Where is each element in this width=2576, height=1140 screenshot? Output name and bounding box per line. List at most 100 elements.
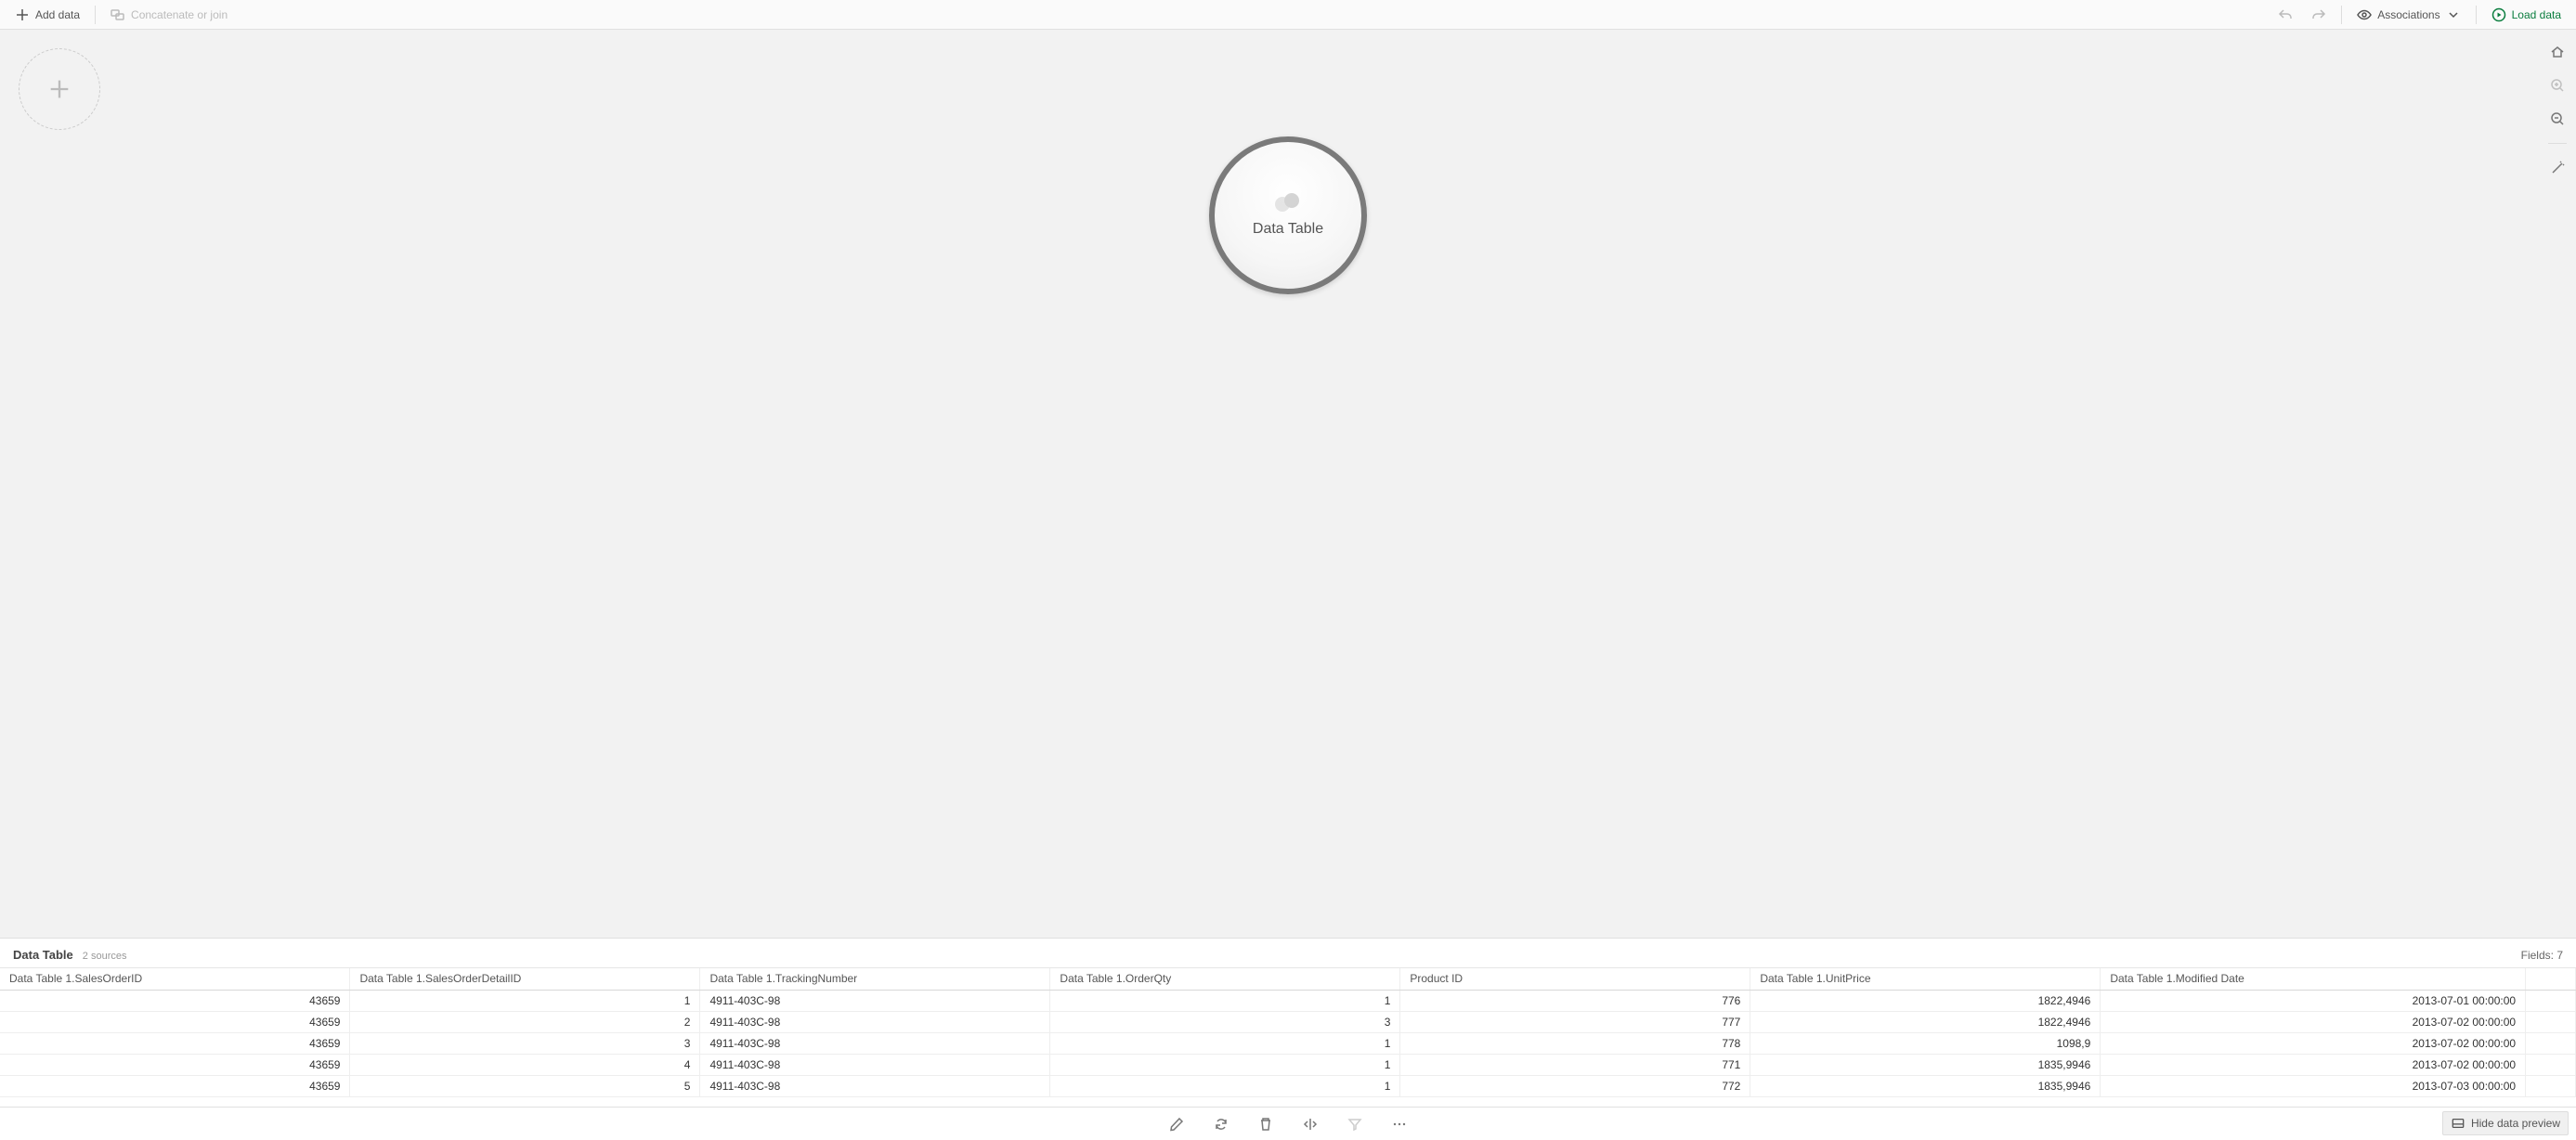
zoom-in-button[interactable] bbox=[2544, 72, 2570, 98]
table-cell: 1 bbox=[1050, 1054, 1400, 1075]
split-button[interactable] bbox=[1297, 1111, 1323, 1137]
table-cell-filler bbox=[2526, 1011, 2576, 1032]
table-body: 4365914911-403C-9817761822,49462013-07-0… bbox=[0, 990, 2576, 1096]
zoom-in-icon bbox=[2550, 78, 2565, 93]
table-cell: 1 bbox=[350, 990, 700, 1011]
table-cell: 771 bbox=[1400, 1054, 1750, 1075]
column-header[interactable]: Data Table 1.Modified Date bbox=[2101, 968, 2526, 990]
table-cell: 2013-07-02 00:00:00 bbox=[2101, 1054, 2526, 1075]
sources-icon bbox=[1275, 193, 1301, 212]
associations-label: Associations bbox=[2377, 8, 2439, 21]
table-cell: 4911-403C-98 bbox=[700, 1011, 1050, 1032]
more-button[interactable] bbox=[1386, 1111, 1412, 1137]
column-header[interactable]: Product ID bbox=[1400, 968, 1750, 990]
preview-fields: Fields: 7 bbox=[2521, 949, 2563, 962]
zoom-out-button[interactable] bbox=[2544, 106, 2570, 132]
refresh-button[interactable] bbox=[1208, 1111, 1234, 1137]
fields-label: Fields: bbox=[2521, 949, 2554, 962]
bubble-label: Data Table bbox=[1253, 221, 1323, 238]
table-cell: 1098,9 bbox=[1750, 1032, 2101, 1054]
table-cell: 1 bbox=[1050, 1075, 1400, 1096]
delete-button[interactable] bbox=[1253, 1111, 1279, 1137]
table-cell: 43659 bbox=[0, 1032, 350, 1054]
table-cell: 2013-07-03 00:00:00 bbox=[2101, 1075, 2526, 1096]
canvas-side-tools bbox=[2544, 39, 2570, 181]
home-icon bbox=[2550, 45, 2565, 59]
table-cell: 776 bbox=[1400, 990, 1750, 1011]
load-data-button[interactable]: Load data bbox=[2484, 4, 2569, 26]
table-cell: 2 bbox=[350, 1011, 700, 1032]
pencil-icon bbox=[1169, 1117, 1184, 1132]
table-cell: 5 bbox=[350, 1075, 700, 1096]
zoom-out-icon bbox=[2550, 111, 2565, 126]
table-cell: 1835,9946 bbox=[1750, 1075, 2101, 1096]
associations-button[interactable]: Associations bbox=[2349, 4, 2467, 26]
table-row[interactable]: 4365924911-403C-9837771822,49462013-07-0… bbox=[0, 1011, 2576, 1032]
concatenate-join-button: Concatenate or join bbox=[103, 4, 235, 26]
play-circle-icon bbox=[2491, 7, 2506, 22]
panel-icon bbox=[2451, 1116, 2465, 1131]
wand-icon bbox=[2550, 161, 2565, 175]
table-cell: 1 bbox=[1050, 990, 1400, 1011]
table-row[interactable]: 4365914911-403C-9817761822,49462013-07-0… bbox=[0, 990, 2576, 1011]
hide-preview-button[interactable]: Hide data preview bbox=[2442, 1111, 2569, 1135]
column-header[interactable]: Data Table 1.SalesOrderDetailID bbox=[350, 968, 700, 990]
table-cell: 1835,9946 bbox=[1750, 1054, 2101, 1075]
column-header[interactable]: Data Table 1.SalesOrderID bbox=[0, 968, 350, 990]
table-cell: 1822,4946 bbox=[1750, 990, 2101, 1011]
add-data-label: Add data bbox=[35, 8, 80, 21]
column-header[interactable]: Data Table 1.OrderQty bbox=[1050, 968, 1400, 990]
preview-title: Data Table bbox=[13, 948, 73, 962]
toolbar-separator bbox=[2476, 6, 2477, 24]
table-cell: 777 bbox=[1400, 1011, 1750, 1032]
trash-icon bbox=[1258, 1117, 1273, 1132]
table-cell: 4911-403C-98 bbox=[700, 1054, 1050, 1075]
side-separator bbox=[2548, 143, 2567, 144]
plus-icon bbox=[46, 76, 72, 102]
data-table-bubble[interactable]: Data Table bbox=[1209, 136, 1367, 294]
data-preview-table-wrap[interactable]: Data Table 1.SalesOrderIDData Table 1.Sa… bbox=[0, 967, 2576, 1107]
canvas[interactable]: Data Table bbox=[0, 30, 2576, 938]
table-cell: 43659 bbox=[0, 1075, 350, 1096]
table-cell: 4911-403C-98 bbox=[700, 990, 1050, 1011]
home-button[interactable] bbox=[2544, 39, 2570, 65]
filter-button bbox=[1342, 1111, 1368, 1137]
table-header-row: Data Table 1.SalesOrderIDData Table 1.Sa… bbox=[0, 968, 2576, 990]
magic-wand-button[interactable] bbox=[2544, 155, 2570, 181]
preview-sources: 2 sources bbox=[83, 951, 127, 962]
table-row[interactable]: 4365954911-403C-9817721835,99462013-07-0… bbox=[0, 1075, 2576, 1096]
table-cell: 3 bbox=[350, 1032, 700, 1054]
filter-icon bbox=[1347, 1117, 1362, 1132]
bottom-action-bar: Hide data preview bbox=[0, 1107, 2576, 1140]
table-cell: 43659 bbox=[0, 1054, 350, 1075]
table-cell: 772 bbox=[1400, 1075, 1750, 1096]
table-cell-filler bbox=[2526, 1075, 2576, 1096]
hide-preview-label: Hide data preview bbox=[2471, 1117, 2560, 1130]
redo-icon bbox=[2311, 7, 2326, 22]
chevron-down-icon bbox=[2446, 7, 2461, 22]
plus-icon bbox=[15, 7, 30, 22]
add-table-bubble[interactable] bbox=[19, 48, 100, 130]
column-header[interactable]: Data Table 1.TrackingNumber bbox=[700, 968, 1050, 990]
split-icon bbox=[1303, 1117, 1318, 1132]
table-row[interactable]: 4365934911-403C-9817781098,92013-07-02 0… bbox=[0, 1032, 2576, 1054]
column-header[interactable]: Data Table 1.UnitPrice bbox=[1750, 968, 2101, 990]
top-toolbar: Add data Concatenate or join bbox=[0, 0, 2576, 30]
toolbar-separator bbox=[95, 6, 96, 24]
table-cell: 2013-07-01 00:00:00 bbox=[2101, 990, 2526, 1011]
table-cell: 3 bbox=[1050, 1011, 1400, 1032]
fields-count: 7 bbox=[2556, 949, 2563, 962]
table-cell: 1822,4946 bbox=[1750, 1011, 2101, 1032]
table-row[interactable]: 4365944911-403C-9817711835,99462013-07-0… bbox=[0, 1054, 2576, 1075]
table-cell: 2013-07-02 00:00:00 bbox=[2101, 1032, 2526, 1054]
concat-join-label: Concatenate or join bbox=[131, 8, 228, 21]
edit-button[interactable] bbox=[1164, 1111, 1190, 1137]
table-cell-filler bbox=[2526, 1054, 2576, 1075]
toolbar-separator bbox=[2341, 6, 2342, 24]
table-cell: 43659 bbox=[0, 1011, 350, 1032]
redo-button bbox=[2304, 4, 2334, 26]
table-cell-filler bbox=[2526, 990, 2576, 1011]
add-data-button[interactable]: Add data bbox=[7, 4, 87, 26]
undo-icon bbox=[2278, 7, 2293, 22]
refresh-icon bbox=[1214, 1117, 1229, 1132]
